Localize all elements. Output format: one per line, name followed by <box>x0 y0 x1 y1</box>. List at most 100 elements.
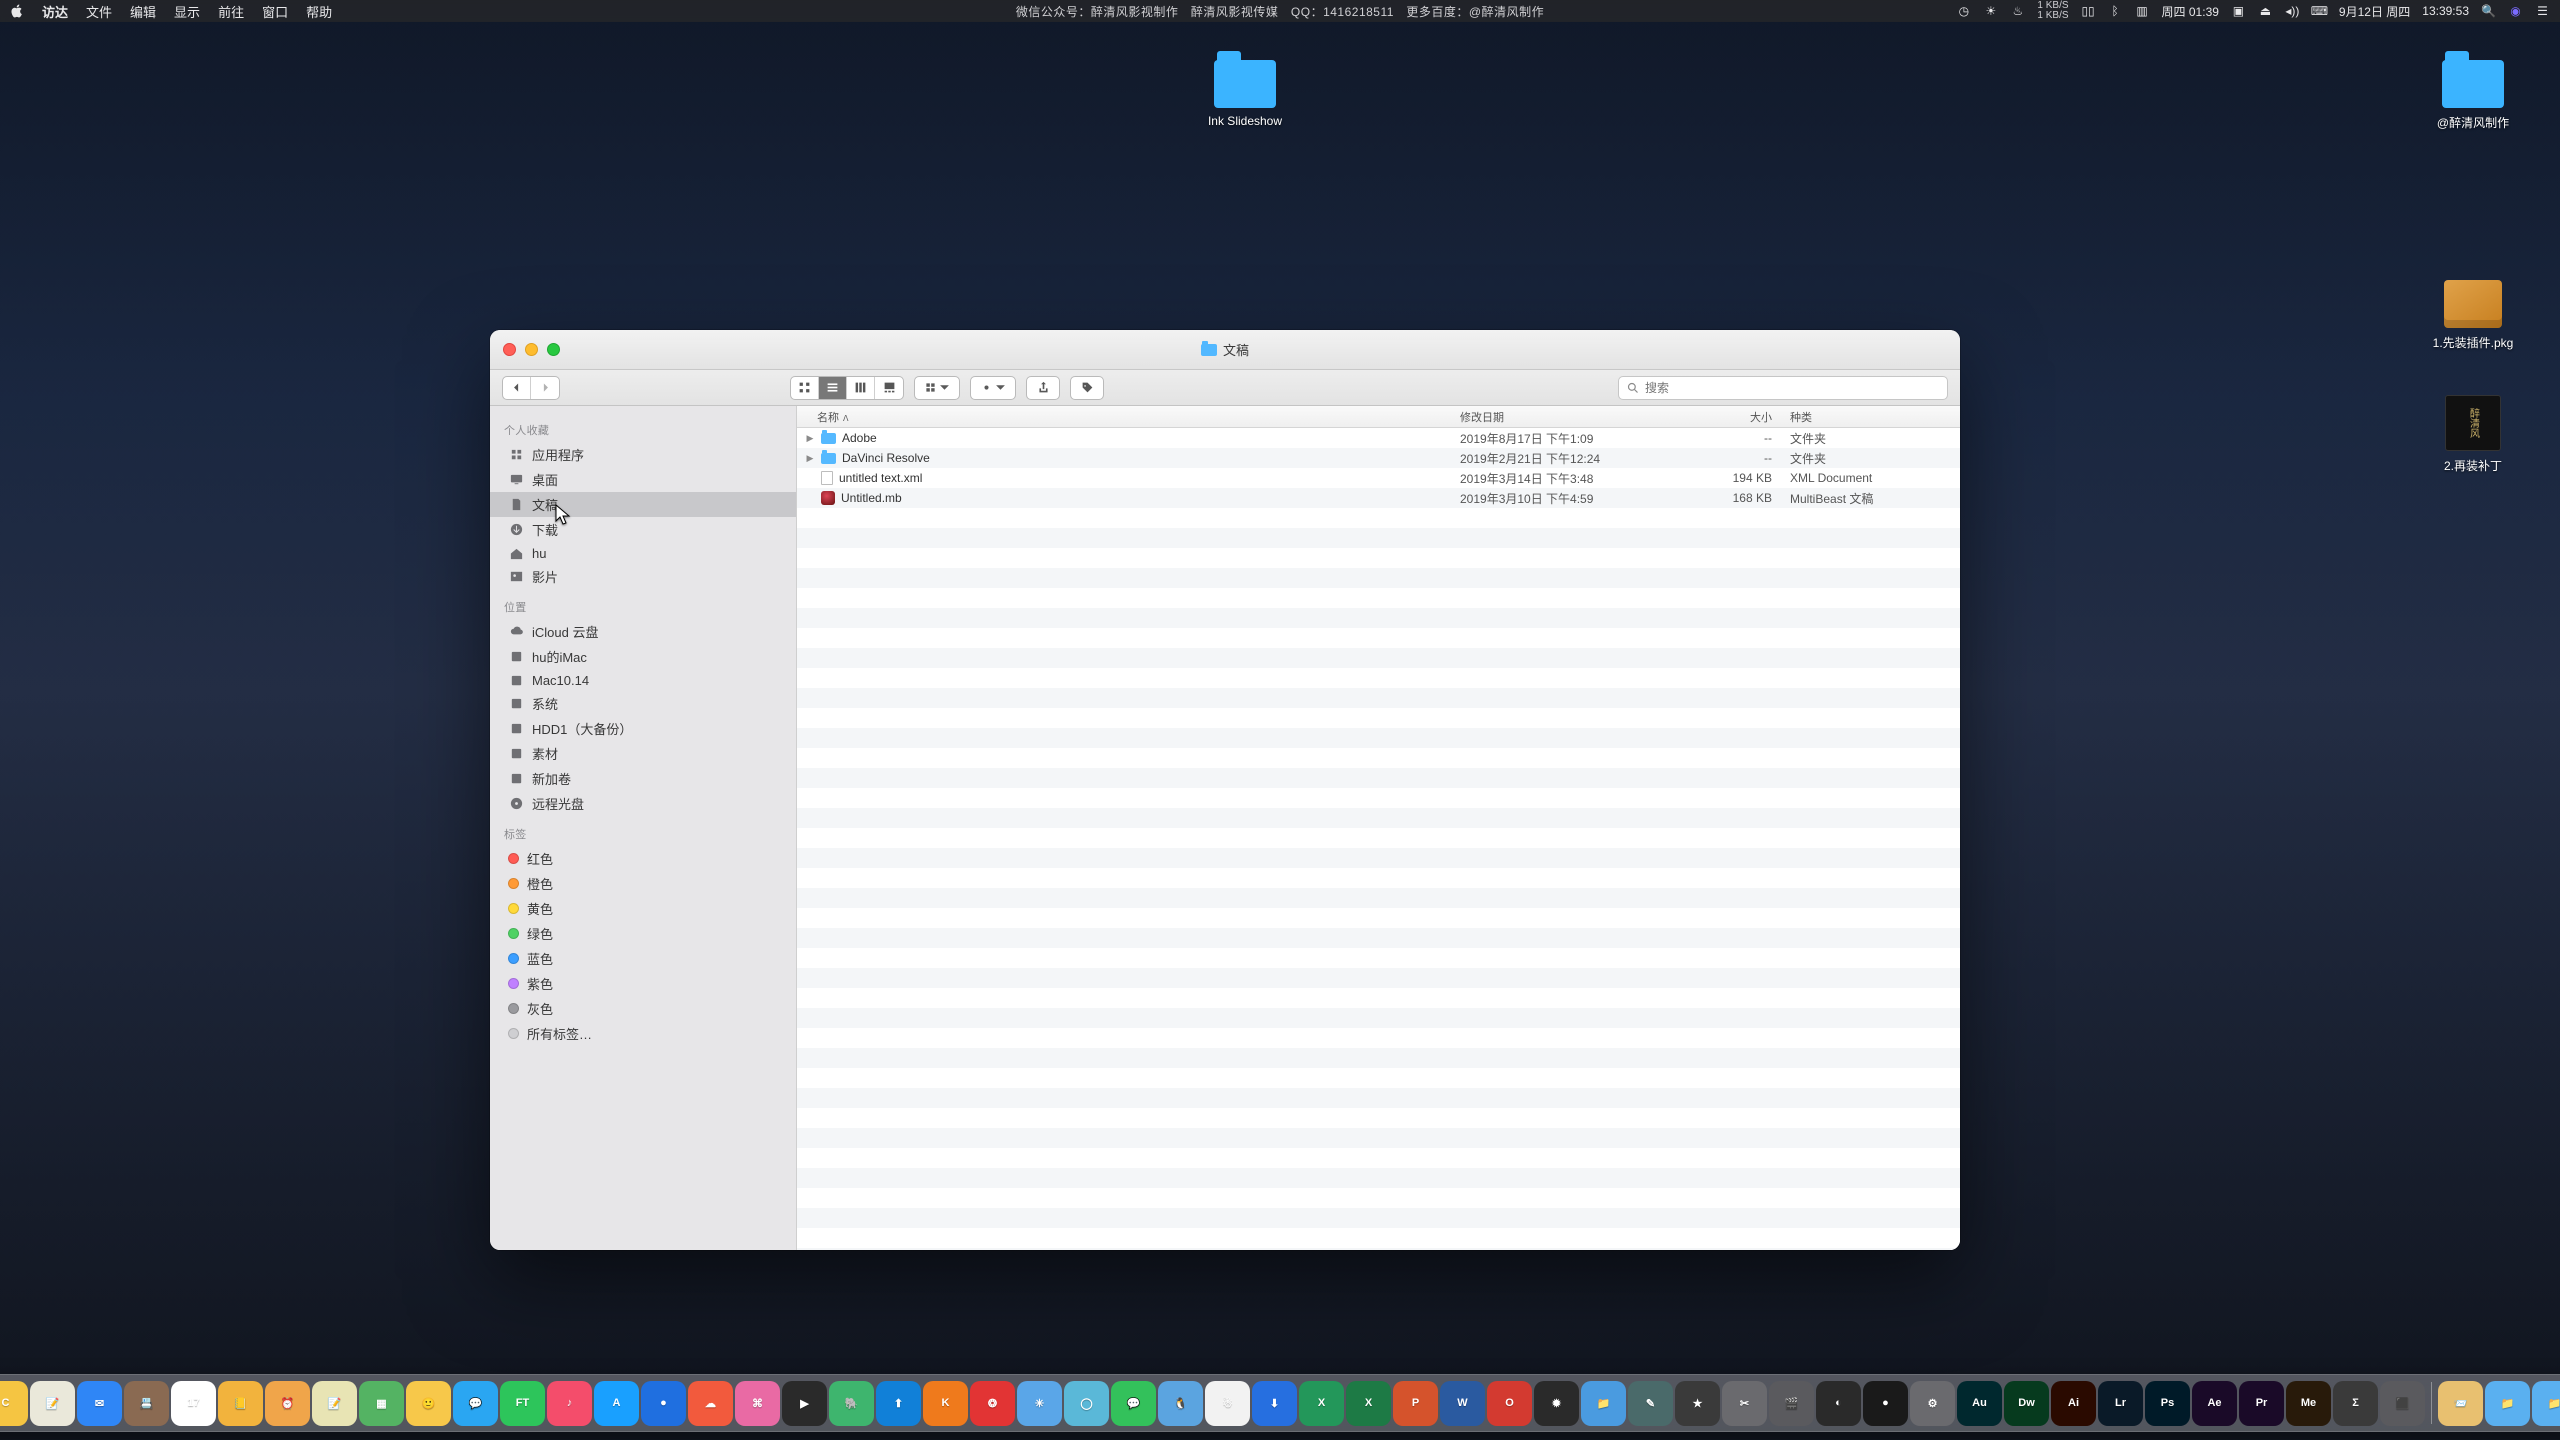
dock-app[interactable]: ▶ <box>782 1381 827 1426</box>
sidebar-item-home[interactable]: hu <box>490 542 796 564</box>
sidebar-tag[interactable]: 红色 <box>490 846 796 871</box>
dock-app[interactable]: 📨 <box>2438 1381 2483 1426</box>
disclosure-icon[interactable]: ▶ <box>805 453 815 464</box>
fan-icon[interactable]: ♨︎ <box>2010 4 2025 19</box>
dock-app[interactable]: ✹ <box>1534 1381 1579 1426</box>
dock-app[interactable]: 📁 <box>2532 1381 2560 1426</box>
sidebar-item-hdd1[interactable]: HDD1（大备份） <box>490 716 796 741</box>
sidebar-item-apps[interactable]: 应用程序 <box>490 442 796 467</box>
menu-edit[interactable]: 编辑 <box>130 2 156 21</box>
dock-app[interactable]: P <box>1393 1381 1438 1426</box>
sidebar-tag[interactable]: 所有标签… <box>490 1021 796 1046</box>
dock-app[interactable]: Pr <box>2239 1381 2284 1426</box>
dock-app[interactable]: X <box>1299 1381 1344 1426</box>
dock-app[interactable]: ● <box>641 1381 686 1426</box>
file-list[interactable]: ▶Adobe2019年8月17日 下午1:09--文件夹▶DaVinci Res… <box>797 428 1960 1250</box>
col-size[interactable]: 大小 <box>1680 409 1790 425</box>
dock-app[interactable]: ★ <box>1675 1381 1720 1426</box>
bluetooth-icon[interactable]: ᛒ <box>2108 4 2123 19</box>
close-button[interactable] <box>503 343 516 356</box>
col-kind[interactable]: 种类 <box>1790 409 1960 425</box>
menubar-time[interactable]: 13:39:53 <box>2422 4 2469 18</box>
table-row[interactable]: untitled text.xml2019年3月14日 下午3:48194 KB… <box>797 468 1960 488</box>
dock-app[interactable]: Ps <box>2145 1381 2190 1426</box>
dock-app[interactable]: ⬇︎ <box>1252 1381 1297 1426</box>
tags-button[interactable] <box>1070 376 1104 400</box>
dock-app[interactable]: ⬆︎ <box>876 1381 921 1426</box>
sidebar-item-sucai[interactable]: 素材 <box>490 741 796 766</box>
keyboard-icon[interactable]: ⌨︎ <box>2312 4 2327 19</box>
search-input[interactable] <box>1645 381 1939 395</box>
dock-app[interactable]: 📁 <box>1581 1381 1626 1426</box>
desktop-patch[interactable]: 醉清风 2.再装补丁 <box>2408 395 2538 474</box>
dock-app[interactable]: ◯ <box>1064 1381 1109 1426</box>
dock-app[interactable]: ⌘ <box>735 1381 780 1426</box>
view-list-button[interactable] <box>819 377 847 399</box>
arrange-button[interactable] <box>914 376 960 400</box>
sidebar-item-xinjia[interactable]: 新加卷 <box>490 766 796 791</box>
sidebar-tag[interactable]: 紫色 <box>490 971 796 996</box>
sidebar-item-documents[interactable]: 文稿 <box>490 492 796 517</box>
table-row[interactable]: ▶DaVinci Resolve2019年2月21日 下午12:24--文件夹 <box>797 448 1960 468</box>
dock-app[interactable]: 17 <box>171 1381 216 1426</box>
sidebar-item-desktop[interactable]: 桌面 <box>490 467 796 492</box>
dock-app[interactable]: C <box>0 1381 28 1426</box>
back-button[interactable] <box>503 377 531 399</box>
dock-app[interactable]: 🙂 <box>406 1381 451 1426</box>
dock-app[interactable]: ☃︎ <box>1205 1381 1250 1426</box>
action-button[interactable] <box>970 376 1016 400</box>
dock-app[interactable]: ● <box>1863 1381 1908 1426</box>
finder-titlebar[interactable]: 文稿 <box>490 330 1960 370</box>
sidebar-tag[interactable]: 蓝色 <box>490 946 796 971</box>
desktop-pkg[interactable]: 1.先装插件.pkg <box>2408 280 2538 351</box>
sidebar-item-disc[interactable]: 远程光盘 <box>490 791 796 816</box>
sidebar-item-icloud[interactable]: iCloud 云盘 <box>490 619 796 644</box>
dock-app[interactable]: Au <box>1957 1381 2002 1426</box>
dock-app[interactable]: 💬 <box>453 1381 498 1426</box>
dock-app[interactable]: 📝 <box>30 1381 75 1426</box>
eject-icon[interactable]: ⏏ <box>2258 4 2273 19</box>
spotlight-icon[interactable]: 🔍 <box>2481 4 2496 19</box>
dock-app[interactable]: O <box>1487 1381 1532 1426</box>
dock-app[interactable]: ⏰ <box>265 1381 310 1426</box>
dock-app[interactable]: Me <box>2286 1381 2331 1426</box>
siri-icon[interactable]: ◉ <box>2508 4 2523 19</box>
dock-app[interactable]: ♪ <box>547 1381 592 1426</box>
timemachine-icon[interactable]: ◷ <box>1956 4 1971 19</box>
sidebar-tag[interactable]: 灰色 <box>490 996 796 1021</box>
display-icon[interactable]: ▣ <box>2231 4 2246 19</box>
sidebar-item-downloads[interactable]: 下载 <box>490 517 796 542</box>
battery-icon[interactable]: ▯▯ <box>2081 4 2096 19</box>
sidebar-item-imac[interactable]: hu的iMac <box>490 644 796 669</box>
sidebar-tag[interactable]: 黄色 <box>490 896 796 921</box>
dock-app[interactable]: Lr <box>2098 1381 2143 1426</box>
col-date[interactable]: 修改日期 <box>1460 409 1680 425</box>
menubar-day[interactable]: 周四 01:39 <box>2162 3 2219 20</box>
dock-app[interactable]: 📝 <box>312 1381 357 1426</box>
dock-app[interactable]: 📇 <box>124 1381 169 1426</box>
dock-app[interactable]: ✉︎ <box>77 1381 122 1426</box>
menu-help[interactable]: 帮助 <box>306 2 332 21</box>
sidebar-tag[interactable]: 橙色 <box>490 871 796 896</box>
dock-app[interactable]: Ai <box>2051 1381 2096 1426</box>
dock-app[interactable]: ⚙︎ <box>1910 1381 1955 1426</box>
minimize-button[interactable] <box>525 343 538 356</box>
table-row[interactable]: Untitled.mb2019年3月10日 下午4:59168 KBMultiB… <box>797 488 1960 508</box>
brightness-icon[interactable]: ☀︎ <box>1983 4 1998 19</box>
dock-app[interactable]: 📒 <box>218 1381 263 1426</box>
dock-app[interactable]: ☁︎ <box>688 1381 733 1426</box>
share-button[interactable] <box>1026 376 1060 400</box>
menu-window[interactable]: 窗口 <box>262 2 288 21</box>
menu-file[interactable]: 文件 <box>86 2 112 21</box>
menu-app[interactable]: 访达 <box>42 2 68 21</box>
search-field[interactable] <box>1618 376 1948 400</box>
dock-app[interactable]: Σ <box>2333 1381 2378 1426</box>
zoom-button[interactable] <box>547 343 560 356</box>
desktop-folder-author[interactable]: @醉清风制作 <box>2408 60 2538 131</box>
disclosure-icon[interactable]: ▶ <box>805 433 815 444</box>
dock-app[interactable]: ◐ <box>1816 1381 1861 1426</box>
dock-app[interactable]: W <box>1440 1381 1485 1426</box>
dock-app[interactable]: K <box>923 1381 968 1426</box>
sidebar-tag[interactable]: 绿色 <box>490 921 796 946</box>
col-name[interactable]: 名称ᐱ <box>797 409 1460 425</box>
